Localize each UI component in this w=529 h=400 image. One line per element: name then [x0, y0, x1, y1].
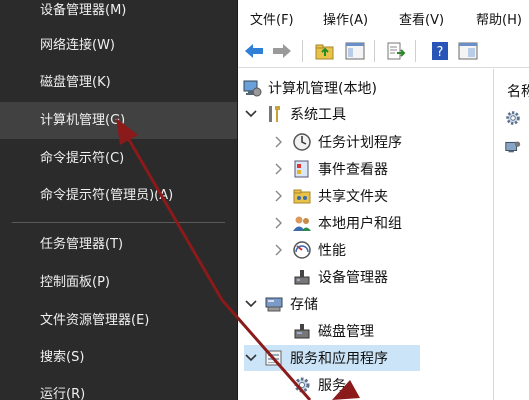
tree-node-local-users-groups[interactable]: 本地用户和组 [272, 210, 402, 236]
toolbar: ? [238, 34, 529, 68]
properties-icon[interactable] [457, 40, 479, 62]
back-arrow-icon[interactable] [243, 40, 265, 62]
menu-item-device-manager[interactable]: 设备管理器(M) [0, 0, 237, 29]
chevron-down-icon[interactable] [244, 297, 258, 311]
tree-node-performance[interactable]: 性能 [272, 237, 346, 263]
tree-node-computer-management-local[interactable]: 计算机管理(本地) [242, 75, 377, 101]
screen: 设备管理器(M) 网络连接(W) 磁盘管理(K) 计算机管理(G) 命令提示符(… [0, 0, 529, 400]
tree-node-storage[interactable]: 存储 [244, 291, 318, 317]
computer-management-icon [242, 78, 262, 98]
wmi-control-icon [504, 137, 522, 159]
shared-folder-icon [292, 186, 312, 206]
menu-bar: 文件(F) 操作(A) 查看(V) 帮助(H) [238, 0, 529, 34]
menu-item-command-prompt[interactable]: 命令提示符(C) [0, 140, 237, 177]
show-hide-tree-icon[interactable] [344, 40, 366, 62]
forward-arrow-icon[interactable] [271, 40, 293, 62]
svg-text:?: ? [437, 45, 444, 60]
disk-management-icon [292, 321, 312, 341]
chevron-down-icon[interactable] [244, 107, 258, 121]
export-list-icon[interactable] [385, 40, 407, 62]
results-pane: 名称 [493, 69, 529, 400]
users-icon [292, 213, 312, 233]
chevron-right-icon[interactable] [272, 162, 286, 176]
toolbar-separator [415, 40, 416, 62]
menu-item-control-panel[interactable]: 控制面板(P) [0, 264, 237, 301]
menu-file[interactable]: 文件(F) [250, 9, 294, 28]
toolbar-separator [302, 40, 303, 62]
winx-menu: 设备管理器(M) 网络连接(W) 磁盘管理(K) 计算机管理(G) 命令提示符(… [0, 0, 237, 400]
menu-separator [12, 222, 225, 223]
tree-node-services-and-applications[interactable]: 服务和应用程序 [244, 345, 420, 371]
menu-item-command-prompt-admin[interactable]: 命令提示符(管理员)(A) [0, 177, 237, 214]
chevron-right-icon[interactable] [272, 189, 286, 203]
chevron-right-icon[interactable] [272, 243, 286, 257]
menu-item-run[interactable]: 运行(R) [0, 376, 237, 400]
menu-item-network-connections[interactable]: 网络连接(W) [0, 27, 237, 64]
tree-node-task-scheduler[interactable]: 任务计划程序 [272, 129, 402, 155]
gear-icon [292, 375, 312, 395]
performance-gauge-icon [292, 240, 312, 260]
up-folder-icon[interactable] [314, 40, 336, 62]
menu-action[interactable]: 操作(A) [323, 9, 368, 28]
menu-item-task-manager[interactable]: 任务管理器(T) [0, 226, 237, 263]
menu-item-computer-management[interactable]: 计算机管理(G) [0, 102, 237, 139]
menu-item-disk-management[interactable]: 磁盘管理(K) [0, 64, 237, 101]
chevron-down-icon[interactable] [244, 351, 258, 365]
toolbar-separator [374, 40, 375, 62]
tree-node-disk-management[interactable]: 磁盘管理 [292, 318, 374, 344]
chevron-right-icon[interactable] [272, 135, 286, 149]
tree-node-event-viewer[interactable]: 事件查看器 [272, 156, 388, 182]
computer-management-window: 文件(F) 操作(A) 查看(V) 帮助(H) ? 计算机管理(本地) 系统工具… [237, 0, 529, 400]
help-icon[interactable]: ? [429, 40, 451, 62]
menu-help[interactable]: 帮助(H) [476, 9, 522, 28]
storage-icon [264, 294, 284, 314]
tree-node-device-manager[interactable]: 设备管理器 [292, 264, 388, 290]
device-manager-icon [292, 267, 312, 287]
chevron-right-icon[interactable] [272, 216, 286, 230]
clock-icon [292, 132, 312, 152]
menu-item-search[interactable]: 搜索(S) [0, 339, 237, 376]
name-column-header[interactable]: 名称 [507, 81, 529, 101]
services-applications-icon [264, 348, 284, 368]
menu-item-file-explorer[interactable]: 文件资源管理器(E) [0, 302, 237, 339]
tree-node-system-tools[interactable]: 系统工具 [244, 101, 346, 127]
event-viewer-icon [292, 159, 312, 179]
tree-node-shared-folders[interactable]: 共享文件夹 [272, 183, 388, 209]
tree-node-services[interactable]: 服务 [292, 372, 346, 398]
console-tree: 计算机管理(本地) 系统工具 任务计划程序 事件查看器 共享文件夹 本地用户和组… [238, 69, 492, 400]
system-tools-icon [264, 104, 284, 124]
gear-icon [504, 109, 522, 131]
menu-view[interactable]: 查看(V) [399, 9, 444, 28]
